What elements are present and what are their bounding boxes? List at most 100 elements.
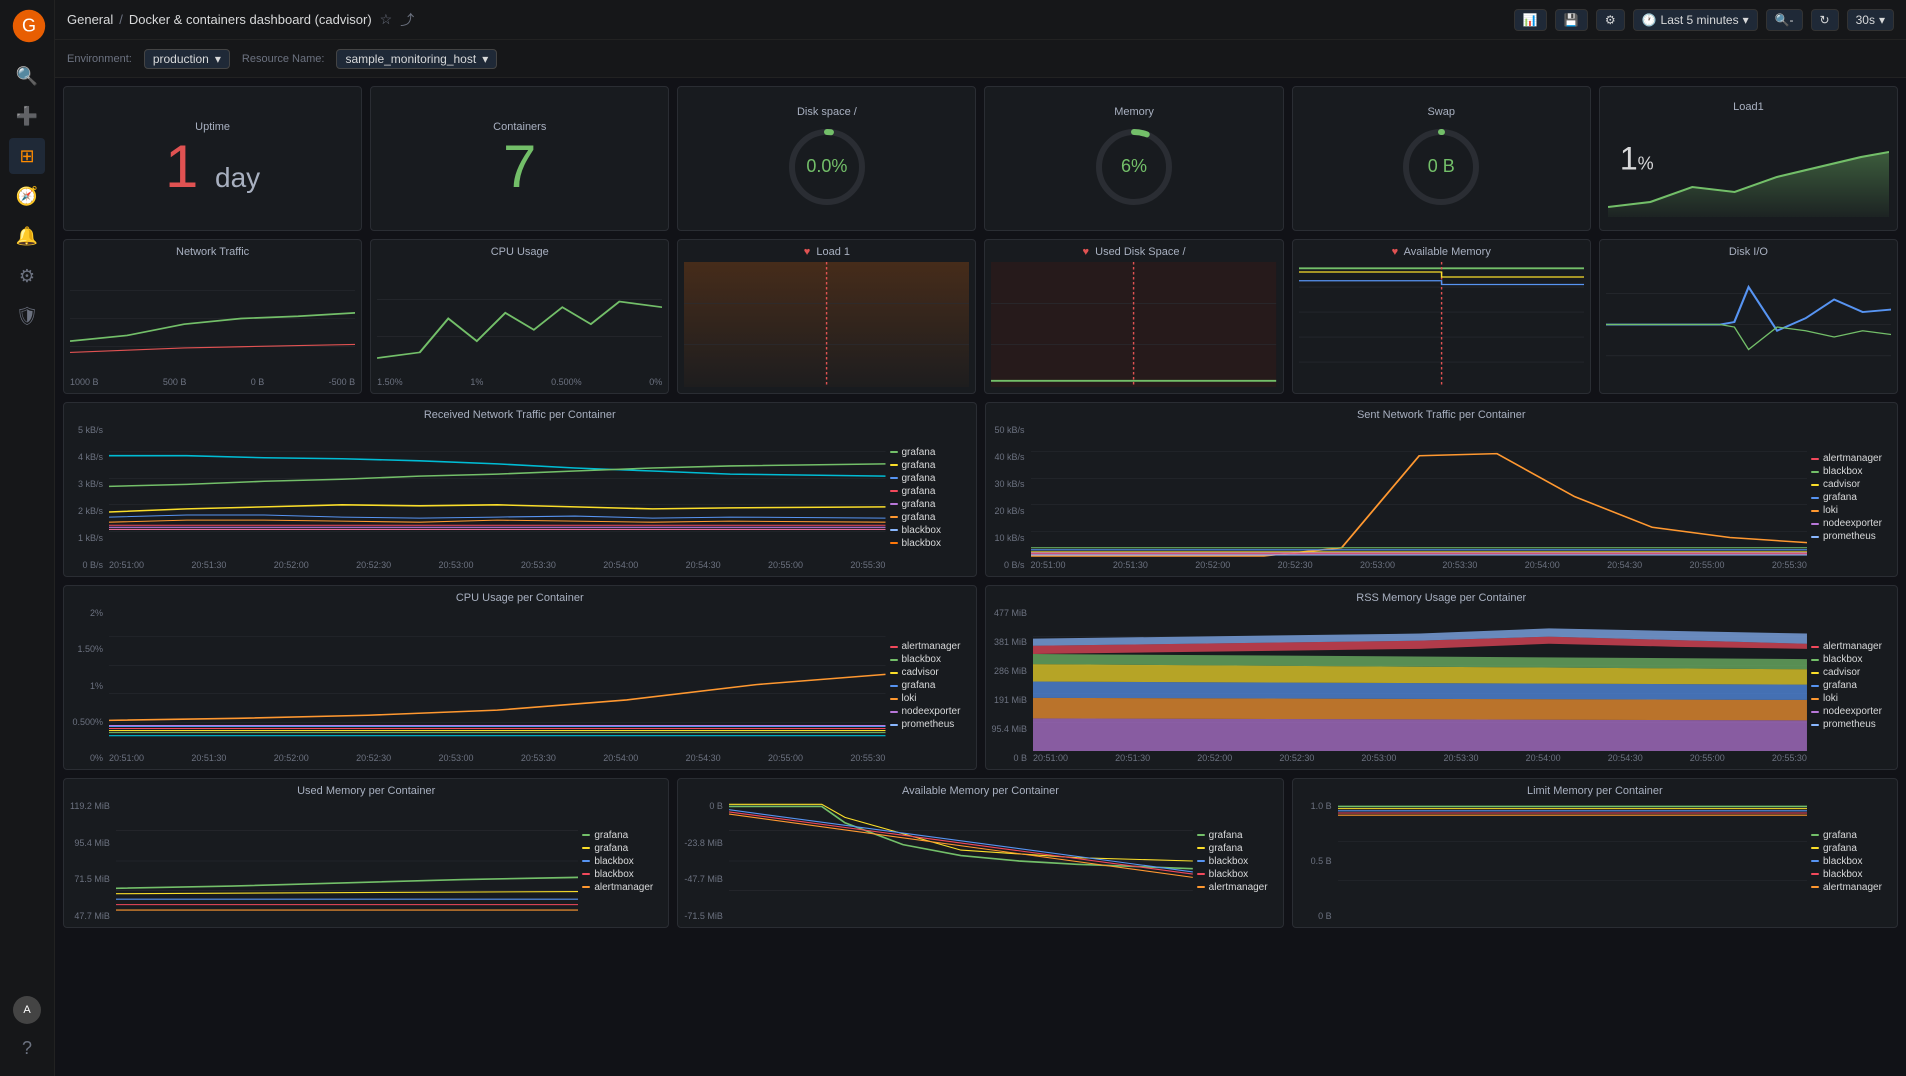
swap-title: Swap: [1427, 106, 1455, 118]
resource-name-value: sample_monitoring_host: [345, 52, 476, 66]
load1-chart-panel: ♥ Load 1: [677, 239, 976, 394]
memory-row: Used Memory per Container 119.2 MiB95.4 …: [63, 778, 1898, 928]
rss-memory-xaxis: 20:51:0020:51:3020:52:0020:52:3020:53:00…: [1033, 753, 1807, 763]
rss-memory-legend: alertmanager blackbox cadvisor grafana l…: [1811, 608, 1891, 763]
sidebar-item-dashboards[interactable]: ⊞: [9, 138, 45, 174]
topbar: General / Docker & containers dashboard …: [55, 0, 1906, 40]
cpu-usage-panel: CPU Usage 1.50%1%0.500%0%: [370, 239, 669, 394]
save-button[interactable]: 💾: [1555, 9, 1588, 31]
received-network-yaxis: 5 kB/s4 kB/s3 kB/s2 kB/s1 kB/s0 B/s: [70, 425, 105, 570]
legend-loki: loki: [1811, 505, 1891, 516]
disk-space-gauge: 0.0%: [782, 122, 872, 212]
stats-row: Uptime 1 day Containers 7 Disk space /: [63, 86, 1898, 231]
avatar[interactable]: A: [13, 996, 41, 1024]
sidebar: G 🔍 ➕ ⊞ 🧭 🔔 ⚙ 🛡 A ?: [0, 0, 55, 1076]
disk-io-panel: Disk I/O: [1599, 239, 1898, 394]
cpu-usage-title: CPU Usage: [377, 246, 662, 258]
settings-button[interactable]: ⚙: [1596, 9, 1625, 31]
legend-grafana3: grafana: [890, 473, 970, 484]
uptime-value: 1 day: [165, 137, 260, 197]
memory-panel: Memory 6%: [984, 86, 1283, 231]
sidebar-item-help[interactable]: ?: [9, 1030, 45, 1066]
used-disk-title: ♥ Used Disk Space /: [991, 246, 1276, 258]
topbar-actions: 📊 💾 ⚙ 🕐 Last 5 minutes ▾ 🔍- ↻ 30s ▾: [1514, 9, 1894, 31]
containers-title: Containers: [493, 121, 546, 133]
sidebar-item-settings[interactable]: ⚙: [9, 258, 45, 294]
star-icon[interactable]: ☆: [380, 11, 393, 28]
sidebar-item-explore[interactable]: 🧭: [9, 178, 45, 214]
limit-memory-panel: Limit Memory per Container 1.0 B0.5 B0 B: [1292, 778, 1898, 928]
legend-alertmanager: alertmanager: [1811, 453, 1891, 464]
breadcrumb-general[interactable]: General: [67, 12, 113, 27]
swap-panel: Swap 0 B: [1292, 86, 1591, 231]
received-network-chart-area: 5 kB/s4 kB/s3 kB/s2 kB/s1 kB/s0 B/s: [70, 425, 970, 570]
cpu-container-legend: alertmanager blackbox cadvisor grafana l…: [890, 608, 970, 763]
received-network-title: Received Network Traffic per Container: [70, 409, 970, 421]
legend-grafana: grafana: [1811, 492, 1891, 503]
share-icon[interactable]: ⤴: [400, 10, 414, 30]
legend-grafana1: grafana: [890, 447, 970, 458]
sidebar-item-shield[interactable]: 🛡: [9, 298, 45, 334]
time-range-button[interactable]: 🕐 Last 5 minutes ▾: [1633, 9, 1758, 31]
refresh-button[interactable]: ↻: [1811, 9, 1839, 31]
rss-memory-chart-area: 477 MiB381 MiB286 MiB191 MiB95.4 MiB0 B: [992, 608, 1892, 763]
network-traffic-title: Network Traffic: [70, 246, 355, 258]
load1-chart: [684, 262, 969, 387]
time-range-label: Last 5 minutes: [1661, 13, 1739, 27]
sidebar-item-new[interactable]: ➕: [9, 98, 45, 134]
cpu-container-title: CPU Usage per Container: [70, 592, 970, 604]
legend-blackbox2: blackbox: [890, 538, 970, 549]
legend-cadvisor: cadvisor: [1811, 479, 1891, 490]
available-memory-container-panel: Available Memory per Container 0 B-23.8 …: [677, 778, 1283, 928]
legend-grafana4: grafana: [890, 486, 970, 497]
available-memory-container-legend: grafana grafana blackbox blackbox alertm…: [1197, 801, 1277, 921]
containers-value: 7: [503, 137, 536, 197]
breadcrumb-sep: /: [119, 12, 123, 27]
available-memory-chart: [1299, 262, 1584, 387]
sent-network-chart-area: 50 kB/s40 kB/s30 kB/s20 kB/s10 kB/s0 B/s: [992, 425, 1892, 570]
sidebar-item-search[interactable]: 🔍: [9, 58, 45, 94]
used-memory-panel: Used Memory per Container 119.2 MiB95.4 …: [63, 778, 669, 928]
memory-value: 6%: [1121, 156, 1147, 177]
network-traffic-xaxis: 1000 B500 B0 B-500 B: [70, 377, 355, 387]
cpu-usage-chart: [377, 262, 662, 375]
received-network-panel: Received Network Traffic per Container 5…: [63, 402, 977, 577]
dashboard: Uptime 1 day Containers 7 Disk space /: [55, 78, 1906, 1076]
clock-icon: 🕐: [1642, 13, 1657, 27]
legend-grafana5: grafana: [890, 499, 970, 510]
used-memory-yaxis: 119.2 MiB95.4 MiB71.5 MiB47.7 MiB: [70, 801, 112, 921]
disk-space-panel: Disk space / 0.0%: [677, 86, 976, 231]
received-network-xaxis: 20:51:0020:51:3020:52:0020:52:3020:53:00…: [109, 560, 886, 570]
network-traffic-chart: [70, 262, 355, 375]
sidebar-item-alerts[interactable]: 🔔: [9, 218, 45, 254]
charts-row: Network Traffic 1000 B500 B0 B-500 B: [63, 239, 1898, 394]
load1-chart-title: ♥ Load 1: [684, 246, 969, 258]
limit-memory-legend: grafana grafana blackbox blackbox alertm…: [1811, 801, 1891, 921]
refresh-rate-button[interactable]: 30s ▾: [1847, 9, 1894, 31]
resource-chevron-icon: ▾: [482, 52, 488, 66]
legend-grafana2: grafana: [890, 460, 970, 471]
sent-network-yaxis: 50 kB/s40 kB/s30 kB/s20 kB/s10 kB/s0 B/s: [992, 425, 1027, 570]
add-panel-button[interactable]: 📊: [1514, 9, 1547, 31]
disk-io-title: Disk I/O: [1606, 246, 1891, 258]
used-memory-chart: [116, 801, 578, 921]
sent-network-title: Sent Network Traffic per Container: [992, 409, 1892, 421]
limit-memory-title: Limit Memory per Container: [1299, 785, 1891, 797]
limit-memory-chart: [1338, 801, 1807, 921]
available-memory-container-yaxis: 0 B-23.8 MiB-47.7 MiB-71.5 MiB: [684, 801, 725, 921]
grafana-logo[interactable]: G: [11, 8, 43, 40]
legend-nodeexporter: nodeexporter: [1811, 518, 1891, 529]
memory-gauge: 6%: [1089, 122, 1179, 212]
breadcrumb: General / Docker & containers dashboard …: [67, 12, 372, 27]
load1-title: Load1: [1733, 101, 1764, 113]
environment-filter[interactable]: production ▾: [144, 49, 230, 69]
resource-name-filter[interactable]: sample_monitoring_host ▾: [336, 49, 497, 69]
svg-text:G: G: [22, 15, 36, 35]
resource-name-label: Resource Name:: [242, 53, 325, 65]
sidebar-bottom: A ?: [9, 992, 45, 1068]
zoom-out-button[interactable]: 🔍-: [1766, 9, 1803, 31]
uptime-title: Uptime: [195, 121, 230, 133]
breadcrumb-dashboard: Docker & containers dashboard (cadvisor): [129, 12, 372, 27]
refresh-chevron-icon: ▾: [1879, 13, 1885, 27]
available-memory-container-chart-area: 0 B-23.8 MiB-47.7 MiB-71.5 MiB: [684, 801, 1276, 921]
